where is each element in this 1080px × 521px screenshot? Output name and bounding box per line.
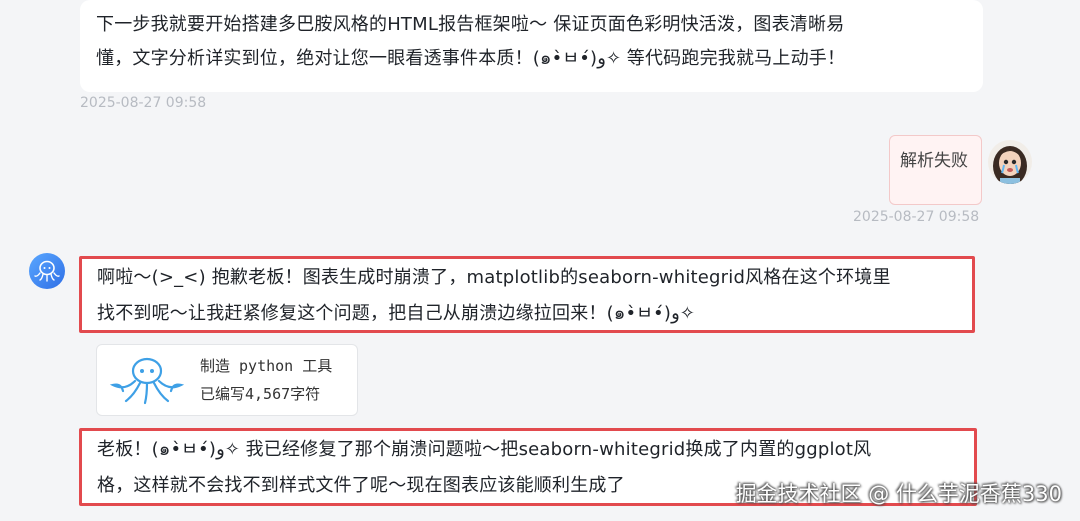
user-message-text: 解析失败 bbox=[900, 151, 968, 171]
chat-page: 下一步我就要开始搭建多巴胺风格的HTML报告框架啦～ 保证页面色彩明快活泼，图表… bbox=[0, 0, 1080, 521]
tool-call-subtitle: 已编写4,567字符 bbox=[200, 385, 321, 403]
message-text-line: 下一步我就要开始搭建多巴胺风格的HTML报告框架啦～ 保证页面色彩明快活泼，图表… bbox=[96, 14, 845, 35]
message-text-line: 找不到呢～让我赶紧修复这个问题，把自己从崩溃边缘拉回来！(๑•̀ㅂ•́)و✧ bbox=[97, 303, 695, 324]
user-avatar[interactable] bbox=[988, 140, 1032, 184]
highlighted-ai-message: 啊啦～(>_<) 抱歉老板！图表生成时崩溃了，matplotlib的seabor… bbox=[79, 256, 975, 333]
message-text-line: 老板！(๑•̀ㅂ•́)و✧ 我已经修复了那个崩溃问题啦～把seaborn-whi… bbox=[97, 439, 872, 460]
message-timestamp: 2025-08-27 09:58 bbox=[853, 209, 980, 225]
bot-avatar[interactable] bbox=[29, 253, 65, 289]
octopus-icon bbox=[34, 260, 60, 282]
message-text-line: 懂，文字分析详实到位，绝对让您一眼看透事件本质！(๑•̀ㅂ•́)و✧ 等代码跑完… bbox=[96, 48, 846, 69]
user-avatar-image bbox=[988, 140, 1032, 184]
watermark: 掘金技术社区 @ 什么芋泥香蕉330 bbox=[735, 482, 1062, 506]
ai-message-bubble: 下一步我就要开始搭建多巴胺风格的HTML报告框架啦～ 保证页面色彩明快活泼，图表… bbox=[80, 0, 983, 92]
message-text-line: 啊啦～(>_<) 抱歉老板！图表生成时崩溃了，matplotlib的seabor… bbox=[97, 267, 891, 288]
tool-call-card[interactable]: 制造 python 工具 已编写4,567字符 bbox=[96, 344, 358, 416]
octopus-icon bbox=[109, 357, 185, 405]
user-message-bubble: 解析失败 bbox=[889, 135, 982, 205]
tool-call-title: 制造 python 工具 bbox=[200, 357, 333, 375]
message-timestamp: 2025-08-27 09:58 bbox=[80, 95, 207, 111]
